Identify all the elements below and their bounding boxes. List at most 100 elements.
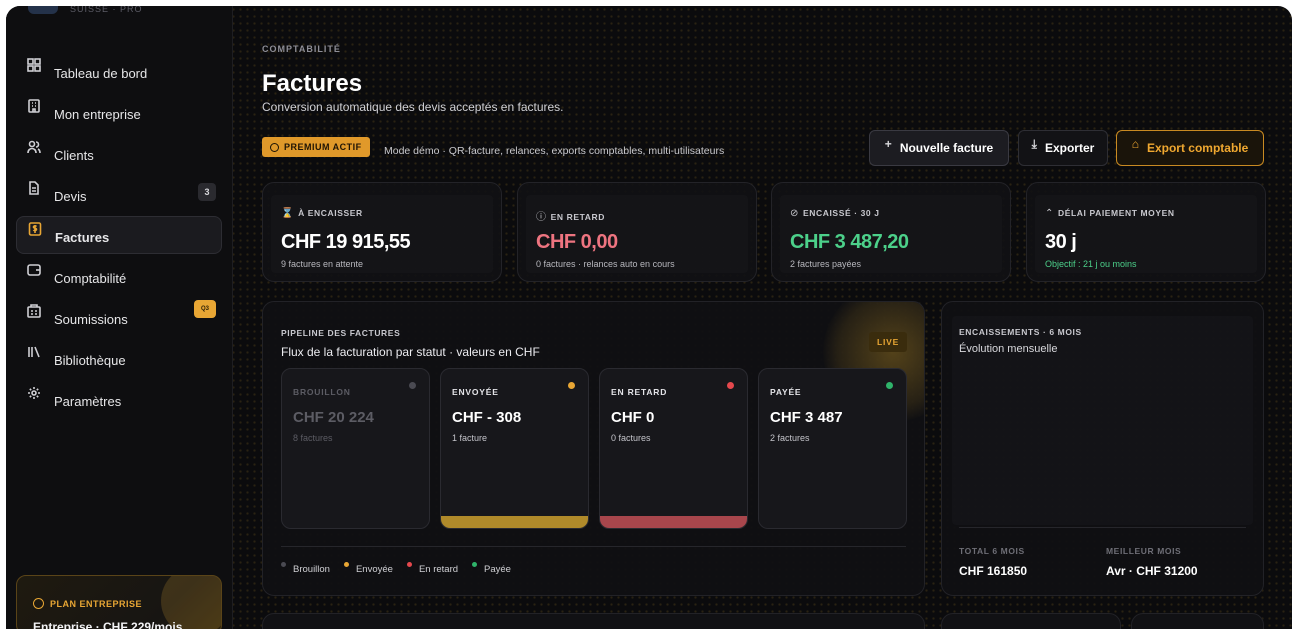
trend-icon: ⌃ (1045, 208, 1054, 219)
live-badge: LIVE (869, 332, 907, 352)
plus-icon: + (884, 137, 892, 151)
users-icon (27, 140, 41, 154)
sidebar-item-clients[interactable]: Clients (16, 134, 222, 172)
sidebar-item-factures[interactable]: Factures (16, 216, 222, 254)
divider (959, 527, 1246, 528)
pipeline-label: PIPELINE DES FACTURES (281, 328, 401, 338)
kpi-label: ⌃ DÉLAI PAIEMENT MOYEN (1045, 208, 1175, 219)
kpi-label-text: EN RETARD (550, 212, 605, 222)
stage-name: PAYÉE (770, 387, 802, 397)
stage-amount: CHF 20 224 (293, 409, 374, 426)
kpi-label-text: DÉLAI PAIEMENT MOYEN (1057, 208, 1175, 218)
export-button[interactable]: ⤓ Exporter (1018, 130, 1108, 166)
kpi-sub: 0 factures · relances auto en cours (536, 259, 675, 269)
encaissements-card: ENCAISSEMENTS · 6 MOIS Évolution mensuel… (941, 301, 1264, 596)
legend-item: Payée (472, 562, 511, 575)
premium-note: Mode démo · QR-facture, relances, export… (384, 145, 725, 157)
kpi-encaisse-30j[interactable]: ⊘ ENCAISSÉ · 30 J CHF 3 487,20 2 factures… (771, 182, 1011, 282)
total-value: CHF 161850 (959, 564, 1028, 578)
breadcrumb: COMPTABILITÉ (262, 44, 341, 54)
export-accounting-label: Export comptable (1146, 141, 1249, 155)
hourglass-icon: ⌛ (281, 208, 295, 219)
legend-dot (472, 562, 478, 567)
stage-bar (600, 516, 747, 528)
export-accounting-button[interactable]: ⌂ Export comptable (1116, 130, 1264, 166)
stage-payee[interactable]: PAYÉE CHF 3 487 2 factures (758, 368, 907, 529)
stage-count: 2 factures (770, 433, 810, 443)
app-window: SUISSE · PRO Tableau de bord Mon entrepr… (6, 6, 1292, 629)
pipeline-legend: Brouillon Envoyée En retard Payée (281, 562, 525, 575)
best-month-label: MEILLEUR MOIS (1106, 546, 1182, 556)
sidebar-item-devis[interactable]: Devis 3 (16, 175, 222, 213)
legend-item: Brouillon (281, 562, 330, 575)
status-dot (727, 382, 734, 389)
status-dot (409, 382, 416, 389)
plan-card[interactable]: PLAN ENTREPRISE Entreprise · CHF 229/moi… (16, 575, 222, 629)
wallet-icon (27, 263, 41, 277)
legend-item: En retard (406, 562, 459, 575)
stage-envoyee[interactable]: ENVOYÉE CHF - 308 1 facture (440, 368, 589, 529)
gear-icon (27, 386, 41, 400)
legend-dot (406, 562, 412, 567)
kpi-a-encaisser[interactable]: ⌛ À ENCAISSER CHF 19 915,55 9 factures en… (262, 182, 502, 282)
legend-item: Envoyée (343, 562, 393, 575)
pipeline-description: Flux de la facturation par statut · vale… (281, 345, 540, 359)
submissions-icon (27, 304, 41, 318)
status-dot (886, 382, 893, 389)
legend-dot (281, 562, 286, 567)
brand-logo[interactable] (28, 6, 58, 14)
sidebar-item-parametres[interactable]: Paramètres (16, 380, 222, 418)
bank-icon: ⌂ (1131, 137, 1139, 151)
sidebar-item-comptabilite[interactable]: Comptabilité (16, 257, 222, 295)
sidebar-item-bibliotheque[interactable]: Bibliothèque (16, 339, 222, 377)
stage-amount: CHF 0 (611, 409, 655, 426)
encaissements-description: Évolution mensuelle (959, 343, 1058, 355)
kpi-label-text: À ENCAISSER (298, 208, 363, 218)
sidebar-item-label: Paramètres (54, 393, 122, 409)
kpi-label: ⌛ À ENCAISSER (281, 208, 363, 219)
premium-badge: PREMIUM ACTIF (262, 137, 370, 157)
library-icon (27, 345, 41, 359)
kpi-value: CHF 3 487,20 (790, 231, 909, 253)
sidebar-item-soumissions[interactable]: Soumissions Q3 (16, 298, 222, 336)
document-icon (27, 181, 41, 195)
new-invoice-button[interactable]: + Nouvelle facture (869, 130, 1009, 166)
stage-en-retard[interactable]: EN RETARD CHF 0 0 factures (599, 368, 748, 529)
sidebar: SUISSE · PRO Tableau de bord Mon entrepr… (6, 6, 233, 629)
kpi-sub: 2 factures payées (790, 259, 862, 269)
legend-label: En retard (418, 564, 459, 575)
plan-title: PLAN ENTREPRISE (33, 598, 142, 609)
plan-title-text: PLAN ENTREPRISE (50, 598, 143, 609)
main-content: COMPTABILITÉ Factures Conversion automat… (234, 6, 1292, 629)
page-title: Factures (262, 70, 363, 97)
kpi-value: CHF 0,00 (536, 231, 618, 253)
stage-name: BROUILLON (293, 387, 351, 397)
plan-subtitle: Entreprise · CHF 229/mois (33, 620, 183, 629)
sidebar-item-label: Soumissions (54, 311, 128, 327)
sidebar-item-dashboard[interactable]: Tableau de bord (16, 52, 222, 90)
kpi-en-retard[interactable]: ⓘ EN RETARD CHF 0,00 0 factures · relance… (517, 182, 757, 282)
total-label: TOTAL 6 MOIS (959, 546, 1025, 556)
building-icon (27, 99, 41, 113)
stage-amount: CHF 3 487 (770, 409, 843, 426)
stage-name: ENVOYÉE (452, 387, 499, 397)
kpi-sub: Objectif : 21 j ou moins (1045, 259, 1137, 269)
next-card (1131, 613, 1264, 629)
kpi-sub: 9 factures en attente (281, 259, 364, 269)
stage-count: 8 factures (293, 433, 333, 443)
kpi-delai-paiement[interactable]: ⌃ DÉLAI PAIEMENT MOYEN 30 j Objectif : 21… (1026, 182, 1266, 282)
sidebar-item-label: Mon entreprise (54, 106, 141, 122)
sidebar-nav: Tableau de bord Mon entreprise Clients D… (16, 52, 222, 421)
kpi-value: CHF 19 915,55 (281, 231, 411, 253)
invoice-icon (28, 222, 42, 236)
check-circle-icon (33, 598, 44, 609)
stage-brouillon[interactable]: BROUILLON CHF 20 224 8 factures (281, 368, 430, 529)
stage-amount: CHF - 308 (452, 409, 522, 426)
next-card (262, 613, 925, 629)
check-circle-icon: ⊘ (790, 208, 799, 219)
status-dot (568, 382, 575, 389)
encaissements-label: ENCAISSEMENTS · 6 MOIS (959, 327, 1082, 337)
sidebar-item-label: Factures (55, 229, 110, 245)
sidebar-item-mon-entreprise[interactable]: Mon entreprise (16, 93, 222, 131)
stage-bar (441, 516, 588, 528)
